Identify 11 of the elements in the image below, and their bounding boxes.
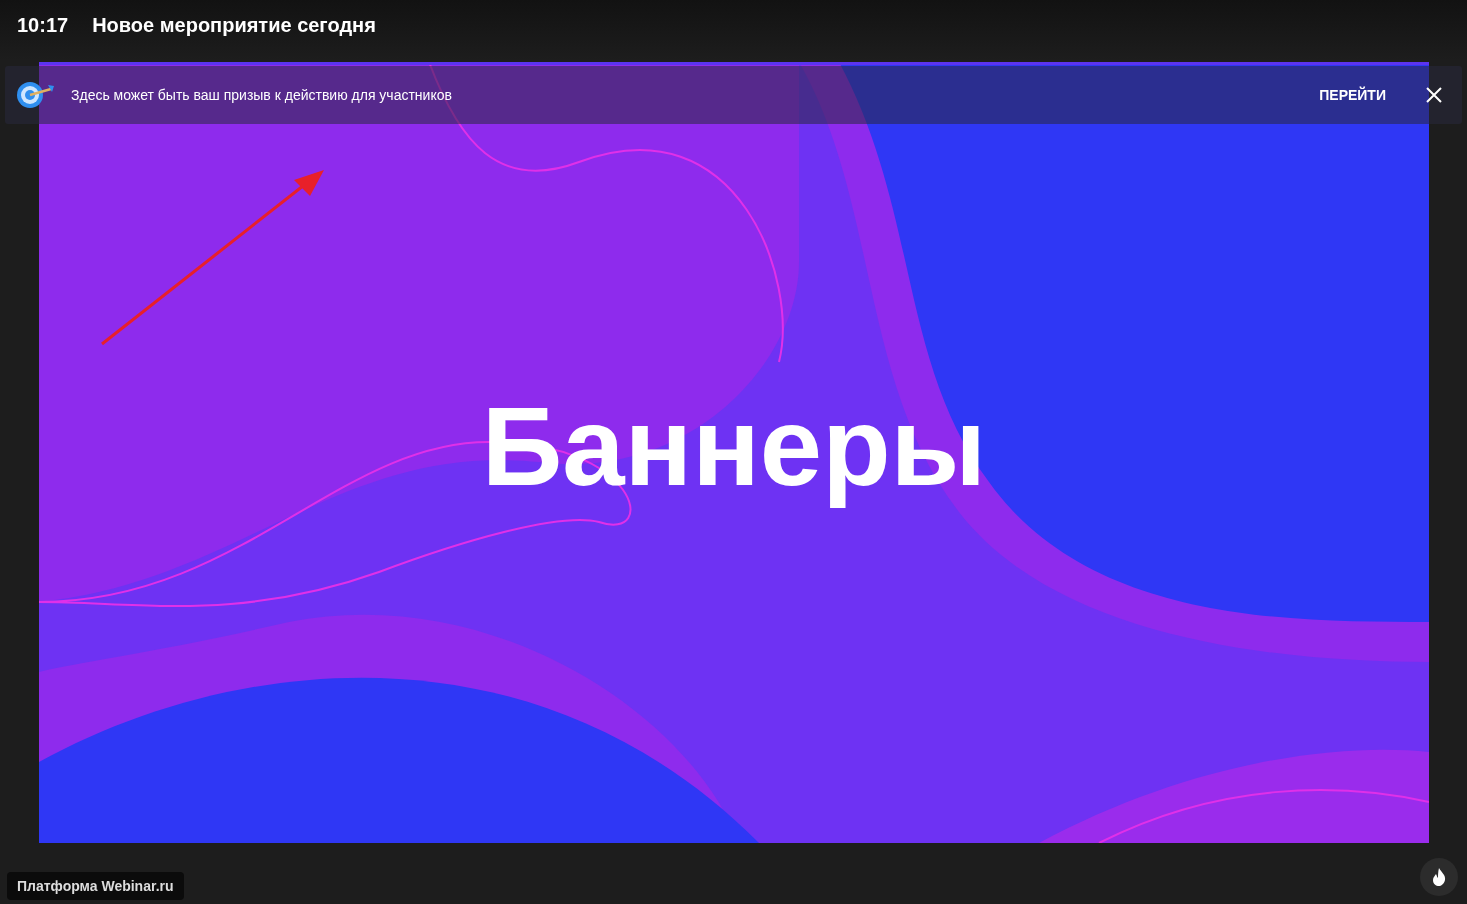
banner-text: Здесь может быть ваш призыв к действию для участников (71, 87, 453, 103)
clock-time: 10:17 (17, 13, 69, 37)
close-button[interactable] (1424, 85, 1444, 105)
close-icon (1426, 87, 1442, 103)
go-button[interactable]: ПЕРЕЙТИ (1311, 83, 1394, 107)
event-title: Новое мероприятие сегодня (92, 13, 376, 37)
reaction-button[interactable] (1420, 858, 1458, 896)
flame-icon (1432, 868, 1446, 886)
platform-label: Платформа Webinar.ru (7, 872, 184, 900)
target-icon (15, 80, 55, 110)
slide-title: Баннеры (481, 383, 987, 511)
